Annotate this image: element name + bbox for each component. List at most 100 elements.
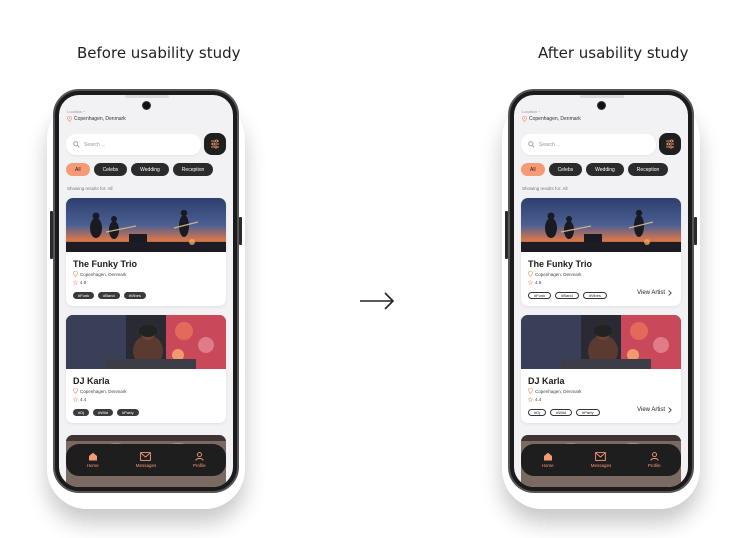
tag[interactable]: #Band — [98, 292, 120, 299]
phone-after: Location ^ Copenhagen, Denmark Search ..… — [505, 89, 697, 493]
sliders-icon — [666, 139, 674, 149]
power-button — [694, 217, 697, 245]
artist-card[interactable]: DJ Karla Copenhagen, Denmark 4.4 #Dj #Wi… — [521, 315, 681, 423]
artist-card[interactable]: DJ Karla Copenhagen, Denmark 4.4 #Dj #Wi… — [66, 315, 226, 423]
front-camera — [142, 101, 151, 110]
tag[interactable]: #Party — [576, 409, 600, 416]
band-photo — [521, 198, 681, 252]
chip-all[interactable]: All — [521, 163, 545, 176]
sliders-icon — [211, 139, 219, 149]
search-icon — [528, 141, 535, 148]
tag[interactable]: #Vibes — [582, 292, 607, 299]
artist-rating: 4.4 — [528, 397, 541, 402]
nav-messages[interactable]: Messages — [581, 452, 621, 468]
star-icon — [73, 397, 78, 402]
category-chips: All Celebs Wedding Reception — [521, 163, 669, 176]
chip-wedding[interactable]: Wedding — [586, 163, 624, 176]
home-icon — [88, 452, 97, 461]
tag[interactable]: #Dj — [73, 409, 90, 416]
location-value: Copenhagen, Denmark — [74, 116, 126, 122]
home-icon — [543, 452, 552, 461]
tag[interactable]: #Funk — [528, 292, 552, 299]
location-pin-icon — [522, 116, 527, 122]
location-pin-icon — [73, 388, 78, 394]
nav-home[interactable]: Home — [73, 452, 113, 468]
bottom-navigation: Home Messages Profile — [521, 444, 681, 476]
showing-results-text: Showing results for: All — [67, 186, 113, 191]
phone-screen: Location ^ Copenhagen, Denmark Search ..… — [59, 95, 233, 487]
category-chips: All Celebs Wedding Reception — [66, 163, 214, 176]
dj-photo — [66, 315, 226, 369]
band-photo — [66, 198, 226, 252]
after-title: After usability study — [538, 44, 689, 62]
star-icon — [528, 397, 533, 402]
artist-card[interactable]: The Funky Trio Copenhagen, Denmark 4.8 #… — [521, 198, 681, 306]
location-label[interactable]: Location ^ — [522, 109, 540, 114]
tag[interactable]: #Wild — [93, 409, 114, 416]
search-icon — [73, 141, 80, 148]
nav-profile[interactable]: Profile — [179, 452, 219, 468]
search-input[interactable]: Search ... — [66, 134, 201, 155]
artist-rating: 4.8 — [528, 280, 541, 285]
tag[interactable]: #Vibes — [123, 292, 146, 299]
location-selector[interactable]: Copenhagen, Denmark — [522, 116, 581, 122]
power-button — [239, 217, 242, 245]
phone-screen: Location ^ Copenhagen, Denmark Search ..… — [514, 95, 688, 487]
artist-card[interactable]: The Funky Trio Copenhagen, Denmark 4.8 #… — [66, 198, 226, 306]
tag[interactable]: #Band — [555, 292, 579, 299]
chip-wedding[interactable]: Wedding — [131, 163, 169, 176]
chip-reception[interactable]: Reception — [172, 163, 214, 176]
chip-celebs[interactable]: Celebs — [548, 163, 583, 176]
artist-rating: 4.4 — [73, 397, 86, 402]
artist-name: The Funky Trio — [73, 259, 138, 269]
artist-tags: #Funk #Band #Vibes — [528, 292, 607, 299]
nav-messages[interactable]: Messages — [126, 452, 166, 468]
artist-location: Copenhagen, Denmark — [528, 271, 582, 277]
view-artist-link[interactable]: View Artist — [637, 407, 672, 413]
artist-tags: #Dj #Wild #Party — [73, 409, 139, 416]
tag[interactable]: #Funk — [73, 292, 95, 299]
showing-results-text: Showing results for: All — [522, 186, 568, 191]
search-input[interactable]: Search ... — [521, 134, 656, 155]
artist-location: Copenhagen, Denmark — [528, 388, 582, 394]
chip-celebs[interactable]: Celebs — [93, 163, 128, 176]
search-placeholder: Search ... — [84, 141, 106, 148]
user-icon — [195, 452, 204, 461]
volume-button — [505, 211, 508, 259]
artist-name: DJ Karla — [528, 376, 565, 386]
tag[interactable]: #Wild — [550, 409, 573, 416]
location-selector[interactable]: Copenhagen, Denmark — [67, 116, 126, 122]
location-pin-icon — [528, 388, 533, 394]
filter-button[interactable] — [659, 133, 681, 155]
volume-button — [50, 211, 53, 259]
view-artist-link[interactable]: View Artist — [637, 290, 672, 296]
nav-profile[interactable]: Profile — [634, 452, 674, 468]
chevron-right-icon — [668, 407, 672, 413]
star-icon — [528, 280, 533, 285]
chip-reception[interactable]: Reception — [627, 163, 669, 176]
location-pin-icon — [67, 116, 72, 122]
location-value: Copenhagen, Denmark — [529, 116, 581, 122]
mail-icon — [595, 452, 607, 461]
artist-rating: 4.8 — [73, 280, 86, 285]
artist-tags: #Dj #Wild #Party — [528, 409, 600, 416]
location-label[interactable]: Location ^ — [67, 109, 85, 114]
dj-photo — [521, 315, 681, 369]
tag[interactable]: #Dj — [528, 409, 547, 416]
filter-button[interactable] — [204, 133, 226, 155]
nav-home[interactable]: Home — [528, 452, 568, 468]
arrow-right-icon — [360, 292, 395, 310]
artist-name: The Funky Trio — [528, 259, 593, 269]
location-pin-icon — [528, 271, 533, 277]
user-icon — [650, 452, 659, 461]
chip-all[interactable]: All — [66, 163, 90, 176]
front-camera — [597, 101, 606, 110]
before-title: Before usability study — [77, 44, 241, 62]
tag[interactable]: #Party — [117, 409, 139, 416]
location-pin-icon — [73, 271, 78, 277]
artist-location: Copenhagen, Denmark — [73, 388, 127, 394]
artist-name: DJ Karla — [73, 376, 110, 386]
chevron-right-icon — [668, 290, 672, 296]
bottom-navigation: Home Messages Profile — [66, 444, 226, 476]
mail-icon — [140, 452, 152, 461]
